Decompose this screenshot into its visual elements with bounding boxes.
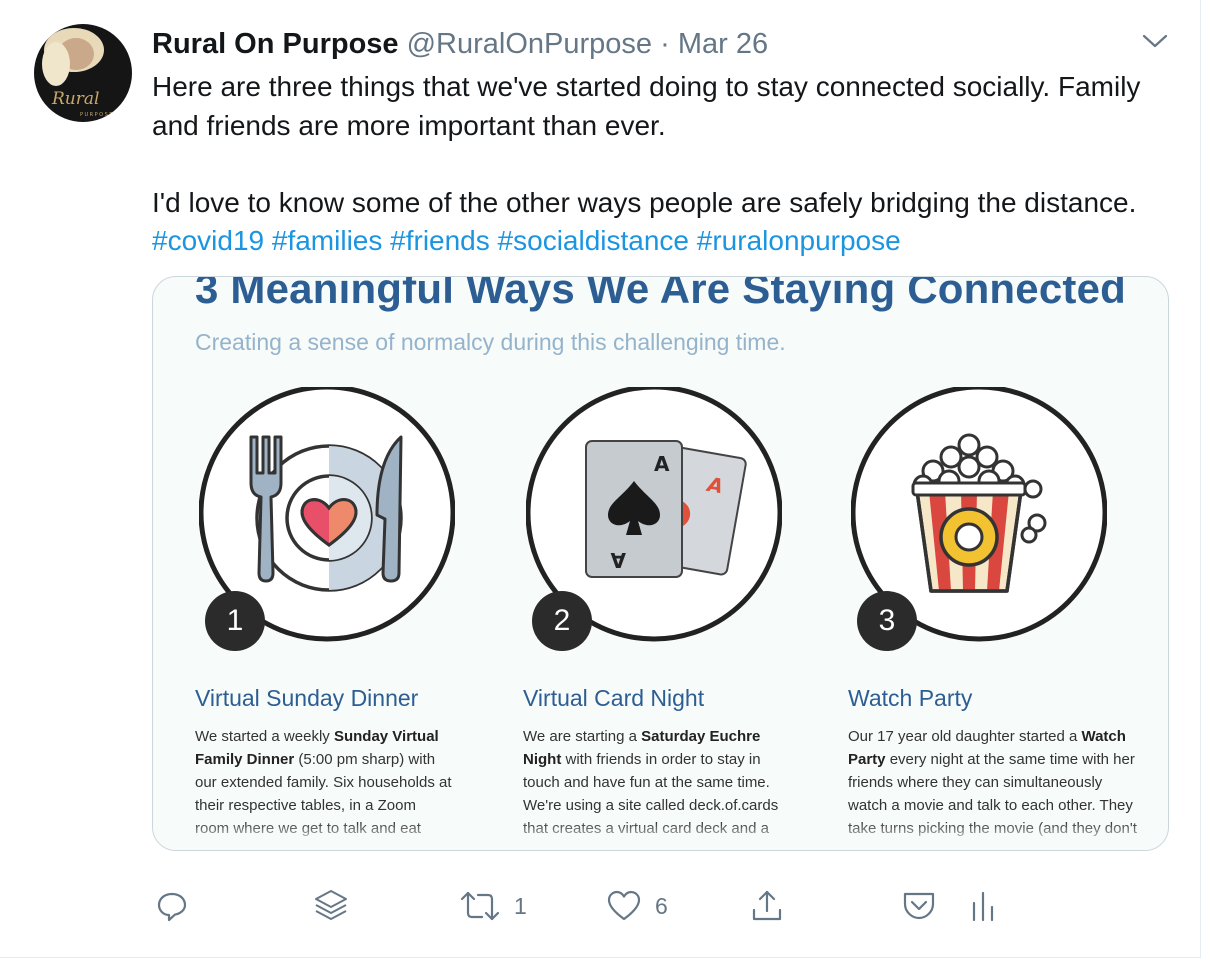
reply-button[interactable] bbox=[156, 884, 188, 928]
hashtag-ruralonpurpose[interactable]: #ruralonpurpose bbox=[697, 225, 901, 256]
analytics-icon bbox=[968, 889, 998, 923]
infographic-subtitle: Creating a sense of normalcy during this… bbox=[195, 329, 786, 355]
tweet-image[interactable]: 3 Meaningful Ways We Are Staying Connect… bbox=[152, 276, 1169, 851]
retweet-icon bbox=[460, 890, 500, 922]
reply-icon bbox=[156, 890, 188, 922]
tweet-paragraph-2-text: I'd love to know some of the other ways … bbox=[152, 186, 1137, 218]
like-button[interactable]: 6 bbox=[607, 884, 668, 928]
svg-text:Rural: Rural bbox=[51, 89, 99, 109]
tweet-container: Rural PURPOSE Rural On Purpose @RuralOnP… bbox=[0, 0, 1201, 958]
pocket-icon bbox=[902, 890, 936, 922]
layers-button[interactable] bbox=[312, 884, 350, 928]
tweet-paragraph-1: Here are three things that we've started… bbox=[152, 71, 1141, 141]
share-button[interactable] bbox=[750, 884, 784, 928]
tweet-paragraph-2: I'd love to know some of the other ways … bbox=[152, 184, 1182, 261]
number-3: 3 bbox=[878, 604, 896, 637]
user-handle[interactable]: @RuralOnPurpose bbox=[407, 28, 652, 60]
display-name[interactable]: Rural On Purpose bbox=[152, 28, 399, 60]
svg-text:PURPOSE: PURPOSE bbox=[80, 112, 114, 118]
separator-dot: · bbox=[660, 28, 670, 60]
hashtag-socialdistance[interactable]: #socialdistance bbox=[498, 225, 689, 256]
like-count: 6 bbox=[655, 892, 668, 919]
avatar[interactable]: Rural PURPOSE bbox=[34, 24, 132, 122]
chevron-down-icon[interactable] bbox=[1141, 30, 1169, 52]
number-badge-1: 1 bbox=[203, 589, 267, 653]
hashtag-covid19[interactable]: #covid19 bbox=[152, 225, 264, 256]
pocket-button[interactable] bbox=[902, 884, 936, 928]
number-2: 2 bbox=[553, 604, 571, 637]
item-1-title: Virtual Sunday Dinner bbox=[195, 685, 419, 711]
tweet-actions: 1 6 bbox=[0, 884, 1214, 928]
like-icon bbox=[607, 890, 641, 922]
item-2-title: Virtual Card Night bbox=[523, 685, 705, 711]
front-card-letter: A bbox=[654, 452, 670, 476]
analytics-button[interactable] bbox=[968, 884, 998, 928]
retweet-button[interactable]: 1 bbox=[460, 884, 527, 928]
item-3-title: Watch Party bbox=[848, 685, 973, 711]
tweet-header: Rural On Purpose @RuralOnPurpose · Mar 2… bbox=[152, 26, 768, 62]
front-card-letter-inverted: A bbox=[610, 548, 626, 572]
hashtag-friends[interactable]: #friends bbox=[390, 225, 490, 256]
hashtag-families[interactable]: #families bbox=[272, 225, 382, 256]
number-badge-2: 2 bbox=[530, 589, 594, 653]
tweet-date[interactable]: Mar 26 bbox=[678, 28, 768, 60]
number-1: 1 bbox=[226, 604, 244, 637]
retweet-count: 1 bbox=[514, 892, 527, 919]
number-badge-3: 3 bbox=[855, 589, 919, 653]
tweet-text: Here are three things that we've started… bbox=[152, 68, 1182, 261]
layers-icon bbox=[312, 887, 350, 925]
image-fade bbox=[153, 822, 1168, 850]
infographic-title: 3 Meaningful Ways We Are Staying Connect… bbox=[195, 276, 1127, 312]
share-icon bbox=[750, 889, 784, 923]
